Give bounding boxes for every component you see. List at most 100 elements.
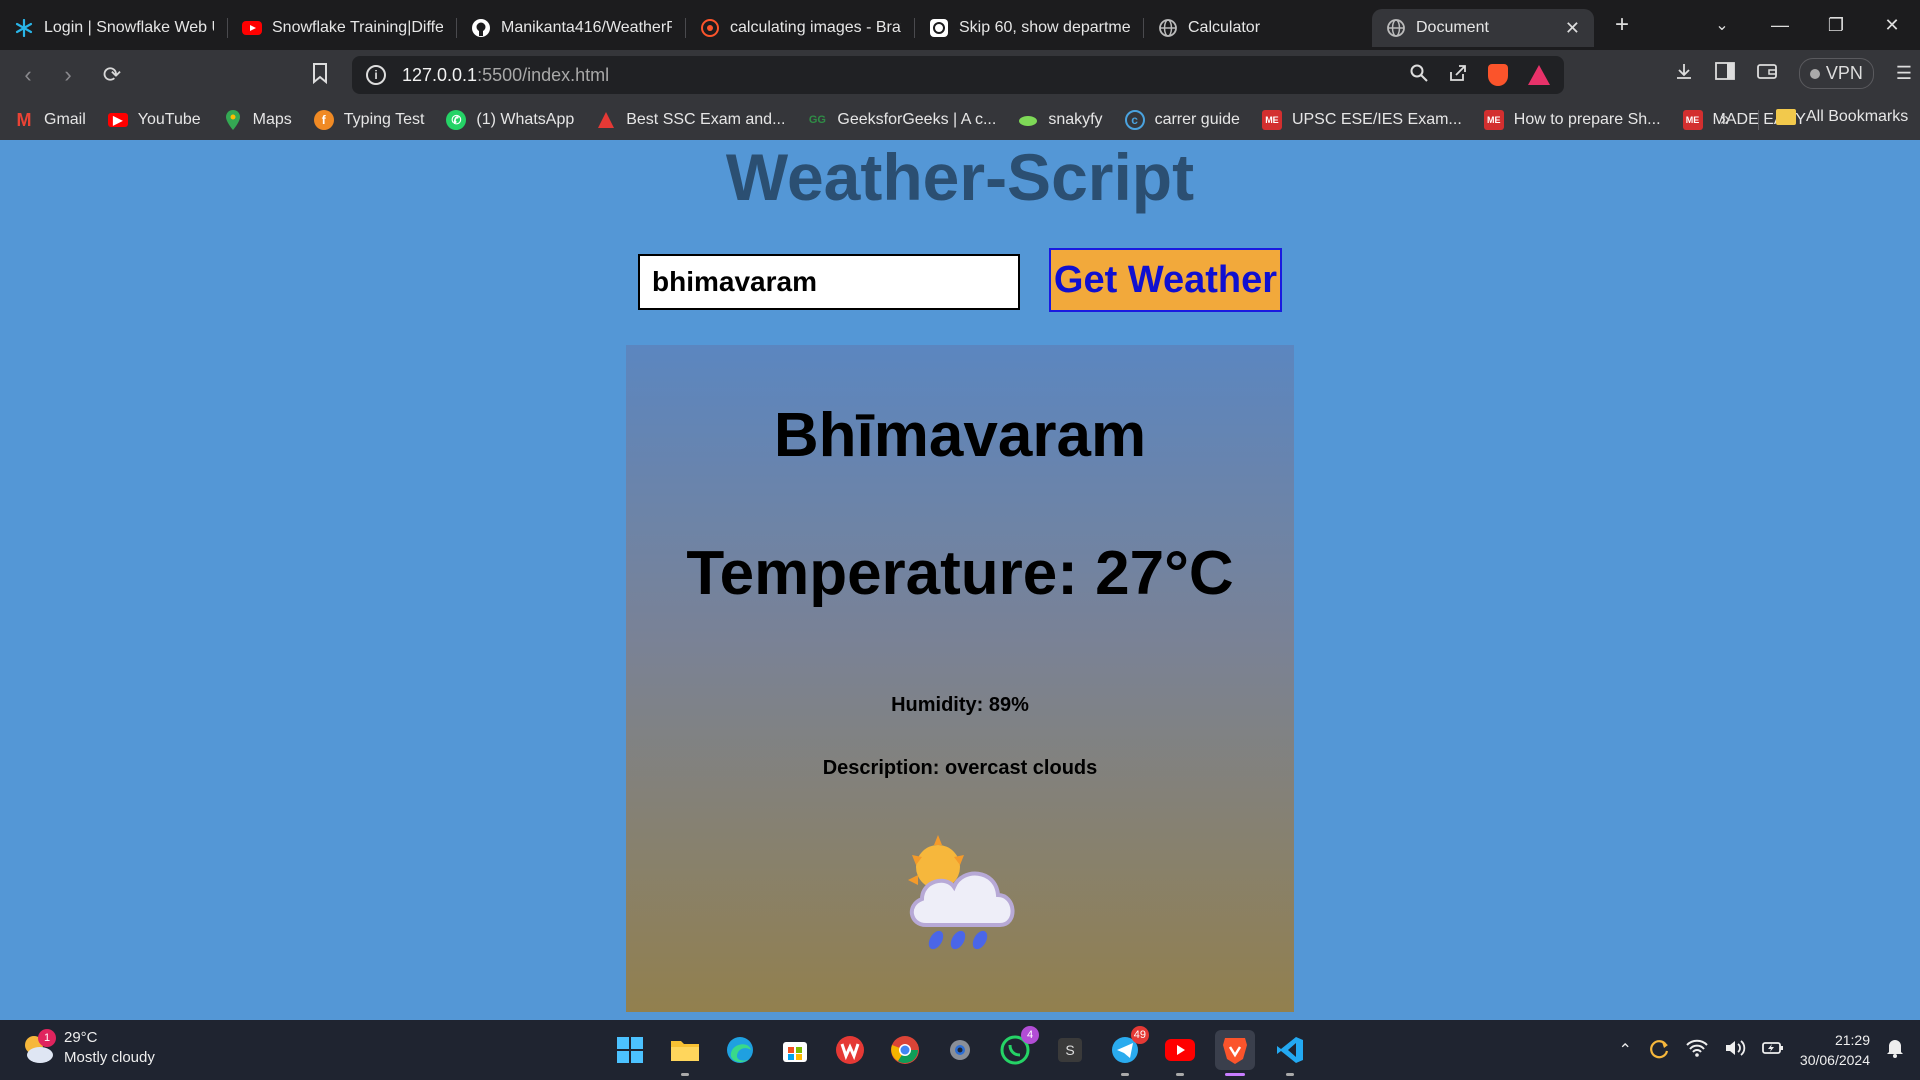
chrome-app[interactable] [885,1030,925,1070]
bookmark-label: UPSC ESE/IES Exam... [1291,111,1462,128]
edge-app[interactable] [720,1030,760,1070]
bookmark-whatsapp[interactable]: ✆ (1) WhatsApp [446,110,574,130]
bookmark-geeksforgeeks[interactable]: GG GeeksforGeeks | A c... [807,110,996,130]
address-bar[interactable]: i 127.0.0.1 :5500/index.html [352,56,1564,94]
tab-skip-60[interactable]: Skip 60, show department [915,9,1144,47]
address-host: 127.0.0.1 [402,64,478,85]
bookmark-youtube[interactable]: ▶ YouTube [107,111,201,129]
made-easy-icon: ME [1682,110,1703,130]
settings-app[interactable] [940,1030,980,1070]
wps-office-app[interactable] [830,1030,870,1070]
bookmark-maps[interactable]: Maps [223,110,292,130]
folder-icon [1776,109,1796,125]
zoom-icon[interactable] [1410,64,1428,87]
bookmark-carrer-guide[interactable]: c carrer guide [1124,110,1240,130]
bookmark-gmail[interactable]: M Gmail [14,110,86,130]
tab-title: calculating images - Brave [730,19,901,36]
brave-search-icon [700,18,720,38]
tab-document[interactable]: Document ✕ [1372,9,1594,47]
notification-bell-icon[interactable] [1886,1038,1904,1063]
menu-icon[interactable]: ☰ [1896,63,1912,84]
tab-snowflake-login[interactable]: Login | Snowflake Web Us [0,9,228,47]
bookmark-typing-test[interactable]: f Typing Test [313,110,424,130]
tab-snowflake-training[interactable]: Snowflake Training|Differe [228,9,457,47]
address-path: :5500/index.html [477,64,610,85]
wallet-icon[interactable] [1756,62,1777,85]
whatsapp-badge: 4 [1021,1026,1039,1044]
chatgpt-icon [929,18,949,38]
tab-strip: Login | Snowflake Web Us Snowflake Train… [0,0,1920,50]
youtube-app[interactable] [1160,1030,1200,1076]
tab-title: Manikanta416/WeatherPu [501,19,672,36]
forward-icon[interactable]: › [48,62,88,88]
tab-search-chevron-icon[interactable]: ⌄ [1700,15,1744,35]
brave-rewards-icon[interactable] [1528,65,1550,85]
window-controls: — ❐ ✕ [1752,15,1920,36]
bookmark-snakyfy[interactable]: snakyfy [1018,110,1103,130]
bookmark-ssc-exam[interactable]: Best SSC Exam and... [596,110,785,130]
s-app[interactable]: S [1050,1030,1090,1070]
brave-shields-icon[interactable] [1488,64,1508,86]
unacademy-icon [596,110,616,130]
brave-icon [1223,1038,1247,1064]
whatsapp-app[interactable]: 4 [995,1026,1039,1070]
restore-icon[interactable]: ❐ [1808,15,1864,36]
all-bookmarks-button[interactable]: All Bookmarks [1776,108,1908,126]
partly-cloudy-icon: 1 [20,1029,56,1065]
wifi-icon[interactable] [1686,1039,1708,1062]
microsoft-store-app[interactable] [775,1030,815,1070]
sync-icon[interactable] [1648,1037,1670,1064]
made-easy-icon: ME [1483,110,1504,130]
battery-charging-icon[interactable] [1762,1039,1784,1062]
vpn-button[interactable]: VPN [1798,58,1874,89]
gmail-icon: M [16,109,32,130]
volume-icon[interactable] [1724,1039,1746,1062]
tab-calculating-images[interactable]: calculating images - Brave [686,9,915,47]
youtube-icon [242,18,262,38]
bookmark-label: GeeksforGeeks | A c... [837,111,997,128]
geeksforgeeks-icon: GG [808,114,826,126]
site-info-icon[interactable]: i [366,65,386,85]
vpn-status-icon [1809,68,1820,79]
snake-icon [1018,110,1038,130]
city-search-input[interactable] [638,254,1020,310]
back-icon[interactable]: ‹ [8,62,48,88]
telegram-app[interactable]: 49 [1105,1026,1149,1076]
whatsapp-icon: ✆ [446,110,467,130]
bookmark-label: Maps [252,111,292,128]
bookmark-label: How to prepare Sh... [1513,111,1661,128]
reload-icon[interactable]: ⟳ [92,62,132,88]
get-weather-button[interactable]: Get Weather [1049,248,1282,312]
close-window-icon[interactable]: ✕ [1864,15,1920,36]
more-bookmarks-icon[interactable]: » [1720,109,1730,130]
bookmark-page-icon[interactable] [312,62,334,86]
typing-test-icon: f [313,110,334,130]
sidebar-icon[interactable] [1714,62,1735,85]
bookmark-how-to-prepare[interactable]: ME How to prepare Sh... [1483,110,1661,130]
system-tray: ⌃ 21:29 30/06/2024 [1619,1030,1904,1070]
show-hidden-icons-chevron-icon[interactable]: ⌃ [1619,1040,1632,1060]
page-title: Weather-Script [725,140,1195,214]
made-easy-icon: ME [1261,110,1282,130]
new-tab-button[interactable]: + [1600,11,1644,39]
taskbar-weather-widget[interactable]: 1 29°C Mostly cloudy [20,1028,155,1068]
taskbar-apps: 4 S 49 [610,1026,1310,1076]
bookmark-upsc-ese[interactable]: ME UPSC ESE/IES Exam... [1261,110,1462,130]
downloads-icon[interactable] [1675,62,1693,85]
humidity: Humidity: 89% [891,694,1029,716]
youtube-icon [1165,1039,1195,1061]
windows-start-button[interactable] [610,1030,650,1070]
share-icon[interactable] [1448,64,1468,87]
tab-github-weather[interactable]: Manikanta416/WeatherPu [457,9,686,47]
sun-cloud-rain-icon [896,825,1026,955]
system-clock[interactable]: 21:29 30/06/2024 [1800,1030,1870,1070]
tab-title: Calculator [1188,19,1261,36]
brave-app[interactable] [1215,1030,1255,1076]
tab-calculator[interactable]: Calculator [1144,9,1372,47]
taskbar-weather-condition: Mostly cloudy [64,1049,155,1066]
file-explorer-app[interactable] [665,1030,705,1076]
close-tab-icon[interactable]: ✕ [1555,18,1580,39]
minimize-icon[interactable]: — [1752,15,1808,36]
vscode-app[interactable] [1270,1030,1310,1076]
folder-icon [671,1041,699,1061]
